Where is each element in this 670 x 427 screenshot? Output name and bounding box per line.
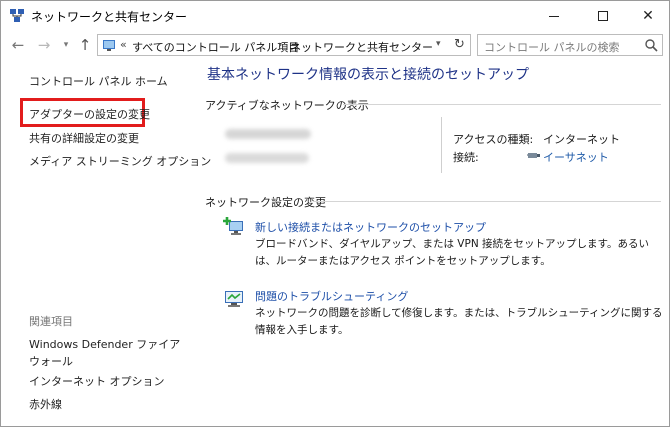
sidebar-item-adapter-settings[interactable]: アダプターの設定の変更 — [29, 106, 150, 122]
maximize-button[interactable] — [580, 1, 626, 31]
sidebar-item-advanced-sharing[interactable]: 共有の詳細設定の変更 — [29, 130, 139, 146]
search-input[interactable]: コントロール パネルの検索 — [477, 34, 663, 56]
sidebar-item-media-streaming[interactable]: メディア ストリーミング オプション — [29, 153, 211, 169]
access-type-label: アクセスの種類: — [453, 133, 534, 146]
section-divider — [313, 201, 661, 202]
blurred-network-type — [225, 153, 309, 163]
access-type-value: インターネット — [543, 133, 620, 146]
breadcrumb-current[interactable]: ネットワークと共有センター — [290, 39, 433, 55]
network-center-icon — [10, 9, 24, 22]
new-connection-description: ブロードバンド、ダイヤルアップ、または VPN 接続をセットアップします。あるい… — [255, 238, 649, 267]
maximize-icon — [598, 11, 608, 21]
main-content: 基本ネットワーク情報の表示と接続のセットアップ アクティブなネットワークの表示 … — [191, 59, 669, 426]
new-connection-link[interactable]: 新しい接続またはネットワークのセットアップ — [255, 219, 486, 235]
refresh-icon[interactable]: ↻ — [454, 37, 465, 52]
related-item-firewall[interactable]: Windows Defender ファイアウォール — [29, 336, 189, 370]
new-connection-icon — [223, 217, 243, 235]
active-networks-header: アクティブなネットワークの表示 — [205, 99, 369, 112]
related-item-internet-options[interactable]: インターネット オプション — [29, 373, 165, 389]
chevron-down-icon: ▾ — [63, 40, 69, 50]
troubleshoot-link[interactable]: 問題のトラブルシューティング — [255, 288, 408, 304]
section-divider — [343, 104, 661, 105]
ethernet-icon — [527, 153, 540, 158]
sidebar: コントロール パネル ホーム アダプターの設定の変更 共有の詳細設定の変更 メデ… — [1, 59, 211, 426]
change-settings-header: ネットワーク設定の変更 — [205, 196, 326, 209]
up-button[interactable]: ↑ — [76, 35, 94, 55]
breadcrumb-all-items[interactable]: すべてのコントロール パネル項目 — [132, 39, 299, 55]
window-title: ネットワークと共有センター — [31, 10, 188, 24]
minimize-icon — [549, 15, 559, 17]
search-icon[interactable] — [644, 38, 658, 52]
address-dropdown-icon[interactable]: ▾ — [436, 39, 441, 49]
forward-arrow-icon: → — [37, 36, 51, 54]
close-button[interactable]: ✕ — [625, 1, 670, 31]
recent-locations-button[interactable]: ▾ — [57, 35, 75, 55]
back-arrow-icon: ← — [11, 36, 25, 54]
network-sharing-center-window: ネットワークと共有センター ✕ ← → ▾ ↑ « すべてのコントロール パネル… — [0, 0, 670, 427]
up-arrow-icon: ↑ — [78, 36, 92, 54]
page-title: 基本ネットワーク情報の表示と接続のセットアップ — [207, 67, 529, 83]
connection-label: 接続: — [453, 151, 479, 164]
navigation-bar: ← → ▾ ↑ « すべてのコントロール パネル項目 › ネットワークと共有セン… — [1, 31, 669, 59]
back-button[interactable]: ← — [9, 35, 27, 55]
related-item-infrared[interactable]: 赤外線 — [29, 396, 62, 412]
breadcrumb-separator[interactable]: › — [278, 38, 282, 51]
troubleshoot-icon — [225, 291, 243, 307]
sidebar-item-home[interactable]: コントロール パネル ホーム — [29, 73, 168, 89]
close-icon: ✕ — [642, 8, 654, 24]
title-bar: ネットワークと共有センター ✕ — [1, 1, 669, 31]
related-header: 関連項目 — [29, 315, 73, 328]
network-divider — [441, 117, 442, 173]
forward-button[interactable]: → — [35, 35, 53, 55]
troubleshoot-description: ネットワークの問題を診断して修復します。または、トラブルシューティングに関する情… — [255, 307, 663, 336]
address-bar[interactable]: « すべてのコントロール パネル項目 › ネットワークと共有センター ▾ ↻ — [97, 34, 471, 56]
blurred-network-name — [225, 129, 311, 139]
minimize-button[interactable] — [531, 1, 577, 31]
control-panel-icon — [103, 40, 115, 51]
breadcrumb-overflow[interactable]: « — [120, 38, 127, 51]
search-placeholder: コントロール パネルの検索 — [484, 41, 620, 54]
ethernet-link[interactable]: イーサネット — [543, 149, 609, 165]
